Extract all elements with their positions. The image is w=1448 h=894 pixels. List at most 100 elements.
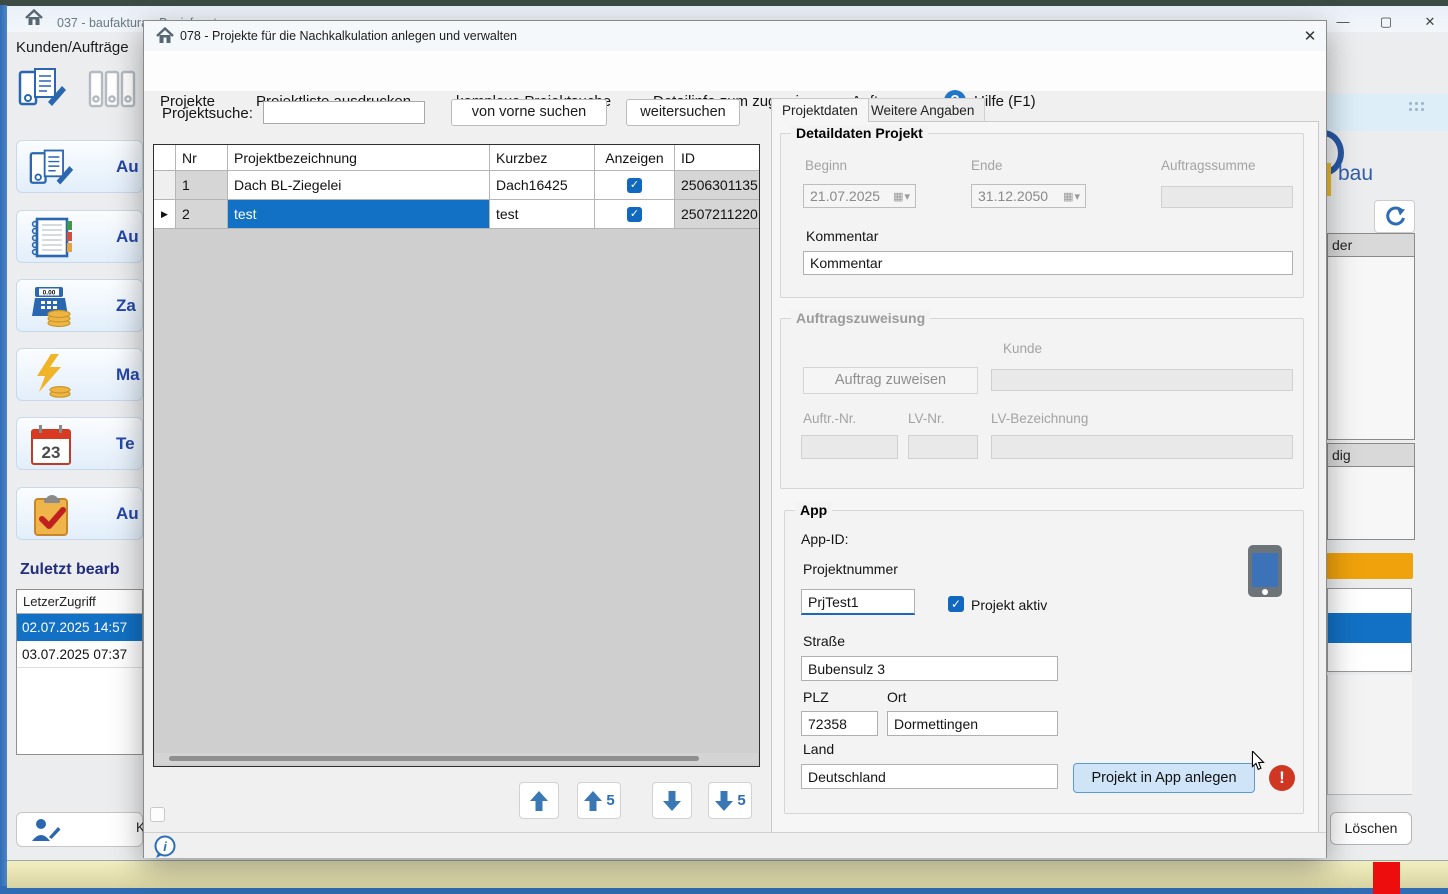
main-statusbar xyxy=(7,860,1448,888)
column-header-partial[interactable]: dig xyxy=(1328,444,1414,467)
group-title: Detaildaten Projekt xyxy=(791,125,928,141)
screen: 037 - baufaktura - Basisfenster — ▢ ✕ Ku… xyxy=(0,0,1448,894)
close-button[interactable]: ✕ xyxy=(1417,14,1443,30)
kommentar-input[interactable]: Kommentar xyxy=(803,251,1293,275)
move-down-5-button[interactable]: 5 xyxy=(708,782,752,819)
dialog-title: 078 - Projekte für die Nachkalkulation a… xyxy=(180,29,518,43)
checkbox-checked-icon[interactable]: ✓ xyxy=(627,177,642,193)
sidebar-item-auftraege-1[interactable]: Au xyxy=(16,140,143,193)
customer-edit-button[interactable] xyxy=(16,812,143,847)
lightning-coins-icon xyxy=(37,354,71,398)
info-icon: i xyxy=(154,835,176,858)
move-up-button[interactable] xyxy=(519,782,559,819)
tab-projektdaten[interactable]: Projektdaten xyxy=(771,98,869,122)
recent-heading: Zuletzt bearb xyxy=(20,561,120,578)
background-table-2: dig xyxy=(1327,443,1415,540)
calendar-dropdown-icon[interactable]: ▦▾ xyxy=(1063,190,1081,203)
search-from-start-button[interactable]: von vorne suchen xyxy=(451,99,607,126)
cash-register-icon: 0.00 xyxy=(32,287,71,328)
home-icon xyxy=(25,9,43,25)
table-row[interactable]: 1 Dach BL-Ziegelei Dach16425 ✓ 250630113… xyxy=(154,171,759,200)
dialog-titlebar: 078 - Projekte für die Nachkalkulation a… xyxy=(144,21,1326,51)
sidebar-item-label: Au xyxy=(116,503,139,523)
person-pen-icon xyxy=(32,819,61,841)
column-header-projektbezeichnung[interactable]: Projektbezeichnung xyxy=(228,145,490,171)
step-count: 5 xyxy=(737,792,746,809)
lv-bezeichnung-field xyxy=(991,435,1293,459)
search-next-button[interactable]: weitersuchen xyxy=(626,99,740,126)
checkbox-checked-icon[interactable]: ✓ xyxy=(627,206,642,222)
search-label: Projektsuche: xyxy=(162,105,253,122)
orange-status-bar[interactable] xyxy=(1326,553,1413,579)
column-header-kurzbez[interactable]: Kurzbez xyxy=(490,145,595,171)
arrow-down-icon xyxy=(663,790,681,811)
cell-id: 2507211220 xyxy=(675,200,759,229)
delete-button[interactable]: Löschen xyxy=(1330,812,1412,845)
land-input[interactable]: Deutschland xyxy=(801,764,1058,789)
dialog-projekte-nachkalkulation: 078 - Projekte für die Nachkalkulation a… xyxy=(143,20,1327,858)
window-border-left xyxy=(0,5,7,888)
beginn-datepicker[interactable]: 21.07.2025 ▦▾ xyxy=(803,184,916,208)
ort-input[interactable]: Dormettingen xyxy=(887,711,1058,736)
table-row-selected[interactable]: ▶ 2 test test ✓ 2507211220 xyxy=(154,200,759,229)
binders-toolbar-icon[interactable] xyxy=(88,70,136,108)
recent-column-header[interactable]: LetzerZugriff xyxy=(17,590,142,614)
scrollbar-thumb[interactable] xyxy=(169,756,699,761)
arrow-up-icon xyxy=(530,790,548,811)
projektnummer-input[interactable]: PrjTest1 xyxy=(801,589,915,615)
group-auftragszuweisung: Auftragszuweisung Kunde Auftrag zuweisen… xyxy=(780,310,1304,489)
sidebar-item-termine[interactable]: 23 Te xyxy=(16,417,143,470)
background-list xyxy=(1327,588,1412,672)
sidebar-item-mahnungen[interactable]: Ma xyxy=(16,348,143,401)
refresh-button[interactable] xyxy=(1374,200,1415,233)
sidebar-item-label: Te xyxy=(116,433,135,453)
drag-handle-icon[interactable] xyxy=(1409,102,1425,112)
land-label: Land xyxy=(803,741,835,757)
auftragssumme-label: Auftragssumme xyxy=(1161,158,1256,173)
column-header-nr[interactable]: Nr xyxy=(176,145,228,171)
project-search-input[interactable] xyxy=(263,101,425,124)
sidebar-item-label: Za xyxy=(116,295,136,315)
horizontal-scrollbar[interactable] xyxy=(155,753,758,764)
strasse-input[interactable]: Bubensulz 3 xyxy=(801,656,1058,681)
kunde-label: Kunde xyxy=(1003,341,1043,356)
dialog-close-button[interactable]: ✕ xyxy=(1300,27,1320,47)
column-header-anzeigen[interactable]: Anzeigen xyxy=(595,145,675,171)
sidebar-item-label: Ma xyxy=(116,364,140,384)
auftr-nr-field xyxy=(801,435,898,459)
maximize-button[interactable]: ▢ xyxy=(1373,14,1399,30)
column-header-partial[interactable]: der xyxy=(1328,234,1414,257)
recent-row-selected[interactable]: 02.07.2025 14:57 xyxy=(17,614,142,641)
tab-weitere-angaben[interactable]: Weitere Angaben xyxy=(860,98,986,122)
background-panel xyxy=(1327,675,1412,795)
ende-datepicker[interactable]: 31.12.2050 ▦▾ xyxy=(971,184,1086,208)
sidebar-tab-kunden-auftraege[interactable]: Kunden/Aufträge xyxy=(16,39,129,56)
cell-anzeigen: ✓ xyxy=(595,171,675,200)
smartphone-icon xyxy=(1248,545,1282,597)
selected-list-row[interactable] xyxy=(1328,613,1411,643)
projekt-aktiv-checkbox[interactable]: ✓ xyxy=(948,596,964,612)
document-pen-toolbar-icon[interactable] xyxy=(18,66,68,110)
plz-input[interactable]: 72358 xyxy=(801,711,878,736)
table-header-row: Nr Projektbezeichnung Kurzbez Anzeigen I… xyxy=(154,145,759,171)
beginn-value: 21.07.2025 xyxy=(810,188,881,204)
column-header-id[interactable]: ID xyxy=(675,145,759,171)
sidebar-item-zahlungen[interactable]: 0.00 Za xyxy=(16,279,143,332)
project-table: Nr Projektbezeichnung Kurzbez Anzeigen I… xyxy=(153,144,760,767)
sidebar-item-auftraege-2[interactable]: Au xyxy=(16,210,143,263)
dialog-statusbar: i Geben Sie einen eindeutige Bezeichnung… xyxy=(144,832,1326,858)
calendar-dropdown-icon[interactable]: ▦▾ xyxy=(893,190,911,203)
document-pen-icon xyxy=(29,149,74,185)
background-table-1: der xyxy=(1327,233,1415,440)
bottom-checkbox[interactable] xyxy=(150,807,165,822)
header-band xyxy=(1327,94,1448,131)
recent-row[interactable]: 03.07.2025 07:37 xyxy=(17,641,142,668)
minimize-button[interactable]: — xyxy=(1330,14,1356,29)
move-down-button[interactable] xyxy=(652,782,692,819)
arrow-up-icon xyxy=(584,790,603,811)
error-exclamation-icon: ! xyxy=(1269,765,1295,791)
sidebar-item-aufgaben[interactable]: Au xyxy=(16,487,143,540)
auftrag-zuweisen-button[interactable]: Auftrag zuweisen xyxy=(803,367,978,394)
move-up-5-button[interactable]: 5 xyxy=(577,782,621,819)
projekt-in-app-anlegen-button[interactable]: Projekt in App anlegen xyxy=(1073,763,1255,793)
